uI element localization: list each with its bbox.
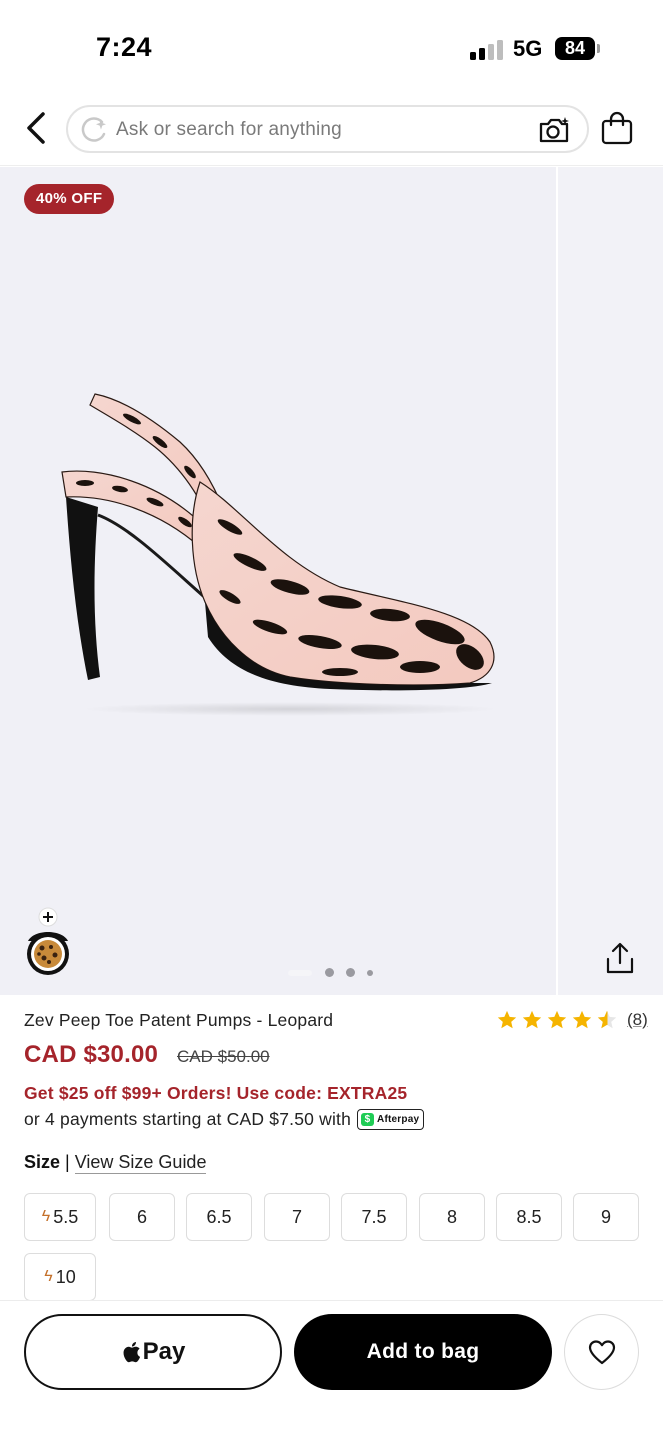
bottom-action-bar: Pay Add to bag	[0, 1300, 663, 1440]
leopard-swatch-icon	[27, 907, 69, 975]
size-separator: |	[65, 1152, 70, 1172]
size-option-label: 8.5	[516, 1206, 542, 1227]
status-time: 7:24	[96, 32, 153, 62]
size-option-label: 7	[291, 1206, 302, 1227]
status-bar: 7:24 5G 84	[0, 0, 663, 96]
back-button[interactable]	[18, 108, 54, 148]
low-stock-bolt-icon: ϟ	[44, 1268, 53, 1285]
size-option[interactable]: 6.5	[186, 1193, 252, 1241]
installment-text: or 4 payments starting at CAD $7.50 with	[24, 1109, 352, 1129]
product-name: Zev Peep Toe Patent Pumps - Leopard	[24, 1010, 334, 1030]
sparkle-search-icon	[81, 117, 106, 142]
size-option-label: 8	[446, 1206, 457, 1227]
star-icon	[497, 1010, 517, 1029]
apple-logo-icon	[123, 1342, 140, 1363]
size-option[interactable]: 8.5	[496, 1193, 562, 1241]
wishlist-button[interactable]	[564, 1314, 639, 1390]
next-image-preview[interactable]	[556, 167, 663, 995]
afterpay-logo-icon: $	[361, 1113, 375, 1126]
search-placeholder: Ask or search for anything	[116, 119, 342, 140]
pagination-dot	[346, 968, 355, 977]
search-input[interactable]: Ask or search for anything	[66, 105, 589, 153]
size-option[interactable]: 8	[419, 1193, 485, 1241]
heart-icon	[588, 1340, 615, 1365]
size-option[interactable]: 7	[264, 1193, 330, 1241]
promo-message: Get $25 off $99+ Orders! Use code: EXTRA…	[24, 1083, 408, 1103]
original-price: CAD $50.00	[177, 1047, 270, 1066]
low-stock-bolt-icon: ϟ	[41, 1208, 51, 1225]
size-option[interactable]: ϟ 10	[24, 1253, 96, 1301]
current-price: CAD $30.00	[24, 1041, 159, 1068]
search-header: Ask or search for anything	[0, 96, 663, 166]
size-label: Size	[24, 1152, 61, 1172]
camera-search-icon[interactable]	[537, 115, 571, 145]
cellular-signal-icon	[470, 38, 504, 60]
size-header: Size | View Size Guide	[24, 1152, 207, 1174]
back-chevron-icon	[27, 112, 45, 144]
battery-tip	[597, 44, 600, 53]
image-pagination	[288, 967, 388, 979]
color-swatch[interactable]	[24, 907, 72, 979]
shopping-bag-icon[interactable]	[600, 110, 634, 146]
pagination-dot	[367, 970, 373, 976]
size-option-label: 6	[136, 1206, 147, 1227]
size-option[interactable]: 6	[109, 1193, 175, 1241]
star-icon	[522, 1010, 542, 1029]
product-image-gallery[interactable]: 40% OFF	[0, 167, 663, 995]
add-to-bag-button[interactable]: Add to bag	[294, 1314, 552, 1390]
rating-count[interactable]: (8)	[627, 1010, 648, 1030]
product-rating[interactable]: (8)	[496, 1009, 648, 1031]
size-option-label: 7.5	[361, 1206, 387, 1227]
battery-level: 84	[564, 38, 586, 58]
battery-icon: 84	[555, 37, 595, 60]
product-shoe-image	[61, 393, 495, 691]
size-option[interactable]: 9	[573, 1193, 639, 1241]
star-icon	[547, 1010, 567, 1029]
network-type: 5G	[513, 36, 543, 61]
half-star-icon	[597, 1010, 617, 1029]
discount-badge: 40% OFF	[24, 184, 115, 214]
size-option-label: 9	[600, 1206, 611, 1227]
size-option-label: 6.5	[206, 1206, 232, 1227]
size-option-label: 10	[55, 1266, 76, 1287]
afterpay-label: Afterpay	[377, 1114, 420, 1125]
apple-pay-label: Pay	[142, 1338, 186, 1365]
pagination-dot	[325, 968, 334, 977]
afterpay-badge[interactable]: $ Afterpay	[357, 1109, 425, 1130]
share-icon[interactable]	[602, 941, 638, 977]
size-option-label: 5.5	[53, 1206, 79, 1227]
pagination-dot-active	[288, 970, 312, 976]
size-option[interactable]: ϟ 5.5	[24, 1193, 96, 1241]
installment-info[interactable]: or 4 payments starting at CAD $7.50 with…	[24, 1109, 425, 1130]
apple-pay-button[interactable]: Pay	[24, 1314, 282, 1390]
size-guide-link[interactable]: View Size Guide	[74, 1152, 207, 1174]
size-option[interactable]: 7.5	[341, 1193, 407, 1241]
star-icon	[572, 1010, 592, 1029]
